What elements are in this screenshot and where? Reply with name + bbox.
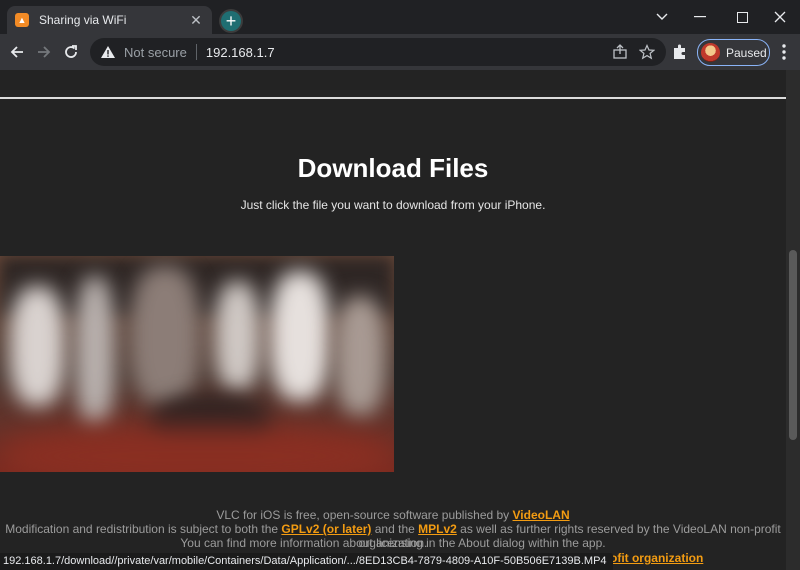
footer-text: and the bbox=[371, 522, 419, 536]
videolan-link[interactable]: VideoLAN bbox=[513, 508, 570, 522]
gplv2-link[interactable]: GPLv2 (or later) bbox=[281, 522, 371, 536]
back-arrow-icon[interactable] bbox=[4, 39, 30, 65]
title-bar: ▲ Sharing via WiFi ✕ + bbox=[0, 0, 800, 34]
tab-search-icon[interactable] bbox=[642, 0, 682, 34]
browser-tab[interactable]: ▲ Sharing via WiFi ✕ bbox=[7, 6, 212, 34]
tab-title: Sharing via WiFi bbox=[39, 13, 127, 27]
warning-icon[interactable] bbox=[100, 44, 116, 60]
url-text[interactable]: 192.168.1.7 bbox=[206, 45, 275, 60]
footer-text: VLC for iOS is free, open-source softwar… bbox=[216, 508, 513, 522]
plus-icon: + bbox=[221, 11, 241, 31]
security-label[interactable]: Not secure bbox=[124, 45, 187, 60]
profile-status: Paused bbox=[726, 45, 767, 60]
page-title: Download Files bbox=[297, 153, 489, 183]
scrollbar[interactable] bbox=[786, 70, 800, 570]
page-content: Download Files Just click the file you w… bbox=[0, 70, 800, 570]
page-subtitle: Just click the file you want to download… bbox=[240, 198, 546, 212]
close-window-icon[interactable] bbox=[760, 0, 800, 34]
profile-button[interactable]: Paused bbox=[697, 39, 770, 66]
vlc-cone-icon: ▲ bbox=[15, 13, 29, 27]
scrollbar-thumb[interactable] bbox=[789, 250, 797, 440]
header-divider bbox=[0, 97, 787, 99]
footer-line-1: VLC for iOS is free, open-source softwar… bbox=[0, 508, 786, 522]
close-tab-icon[interactable]: ✕ bbox=[188, 12, 204, 28]
footer-line-3: You can find more information about lice… bbox=[180, 536, 606, 550]
new-tab-button[interactable]: + bbox=[219, 9, 243, 33]
kebab-menu-icon[interactable] bbox=[776, 43, 792, 61]
omnibox-divider bbox=[195, 44, 197, 60]
reload-icon[interactable] bbox=[58, 39, 84, 65]
avatar bbox=[701, 43, 720, 62]
maximize-icon[interactable] bbox=[722, 0, 762, 34]
address-bar[interactable]: Not secure 192.168.1.7 bbox=[90, 38, 666, 66]
footer-text: Modification and redistribution is subje… bbox=[5, 522, 282, 536]
share-icon[interactable] bbox=[612, 44, 628, 60]
bookmark-star-icon[interactable] bbox=[639, 44, 655, 60]
browser-toolbar: Not secure 192.168.1.7 Paused bbox=[0, 34, 800, 70]
status-bar-url: 192.168.1.7/download//private/var/mobile… bbox=[0, 553, 613, 570]
minimize-icon[interactable] bbox=[680, 0, 720, 34]
extensions-puzzle-icon[interactable] bbox=[671, 43, 689, 61]
forward-arrow-icon[interactable] bbox=[31, 39, 57, 65]
video-thumbnail[interactable] bbox=[0, 256, 394, 472]
mplv2-link[interactable]: MPLv2 bbox=[418, 522, 457, 536]
